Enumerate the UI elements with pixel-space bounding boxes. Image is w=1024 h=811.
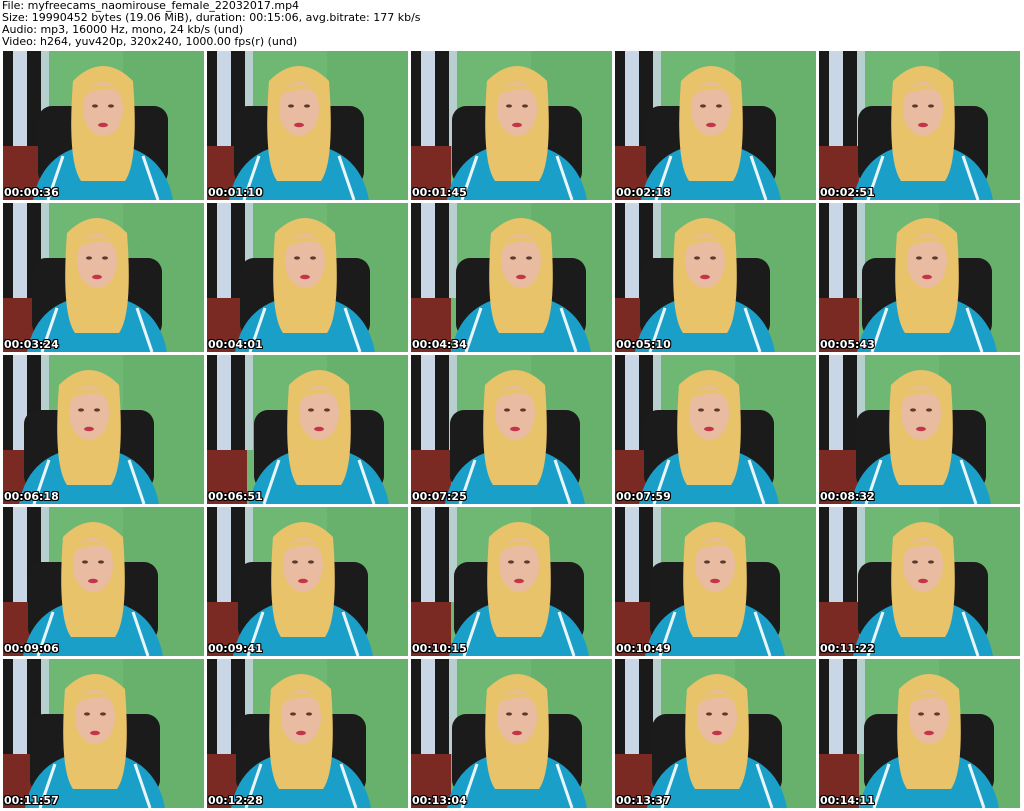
timestamp-label: 00:03:24 xyxy=(4,338,59,351)
video-frame-image xyxy=(3,355,204,504)
timestamp-label: 00:08:32 xyxy=(820,490,875,503)
video-frame-image xyxy=(207,51,408,200)
timestamp-label: 00:04:34 xyxy=(412,338,467,351)
thumbnail-frame-00-04-01: 00:04:01 xyxy=(207,203,408,352)
video-frame-image xyxy=(3,659,204,808)
timestamp-label: 00:13:04 xyxy=(412,794,467,807)
video-frame-image xyxy=(819,355,1020,504)
video-frame-image xyxy=(207,203,408,352)
thumbnail-frame-00-14-11: 00:14:11 xyxy=(819,659,1020,808)
thumbnail-frame-00-13-04: 00:13:04 xyxy=(411,659,612,808)
thumbnail-frame-00-11-57: 00:11:57 xyxy=(3,659,204,808)
thumbnail-frame-00-07-59: 00:07:59 xyxy=(615,355,816,504)
video-frame-image xyxy=(411,203,612,352)
timestamp-label: 00:02:18 xyxy=(616,186,671,199)
thumbnail-frame-00-05-43: 00:05:43 xyxy=(819,203,1020,352)
thumbnail-frame-00-09-41: 00:09:41 xyxy=(207,507,408,656)
timestamp-label: 00:01:10 xyxy=(208,186,263,199)
timestamp-label: 00:10:49 xyxy=(616,642,671,655)
timestamp-label: 00:05:10 xyxy=(616,338,671,351)
video-frame-image xyxy=(615,203,816,352)
video-frame-image xyxy=(207,355,408,504)
timestamp-label: 00:09:41 xyxy=(208,642,263,655)
timestamp-label: 00:14:11 xyxy=(820,794,875,807)
video-frame-image xyxy=(819,507,1020,656)
thumbnail-frame-00-12-28: 00:12:28 xyxy=(207,659,408,808)
timestamp-label: 00:11:22 xyxy=(820,642,875,655)
timestamp-label: 00:02:51 xyxy=(820,186,875,199)
timestamp-label: 00:06:18 xyxy=(4,490,59,503)
thumbnail-frame-00-01-10: 00:01:10 xyxy=(207,51,408,200)
thumbnail-frame-00-10-15: 00:10:15 xyxy=(411,507,612,656)
video-frame-image xyxy=(615,355,816,504)
video-frame-image xyxy=(819,659,1020,808)
video-frame-image xyxy=(615,659,816,808)
thumbnail-frame-00-13-37: 00:13:37 xyxy=(615,659,816,808)
file-info-header: File: myfreecams_naomirouse_female_22032… xyxy=(2,0,1022,50)
video-frame-image xyxy=(615,51,816,200)
video-frame-image xyxy=(819,203,1020,352)
thumbnail-frame-00-05-10: 00:05:10 xyxy=(615,203,816,352)
timestamp-label: 00:13:37 xyxy=(616,794,671,807)
timestamp-label: 00:00:36 xyxy=(4,186,59,199)
timestamp-label: 00:06:51 xyxy=(208,490,263,503)
video-frame-image xyxy=(411,355,612,504)
video-info-line: Video: h264, yuv420p, 320x240, 1000.00 f… xyxy=(2,35,298,48)
timestamp-label: 00:05:43 xyxy=(820,338,875,351)
thumbnail-frame-00-01-45: 00:01:45 xyxy=(411,51,612,200)
video-frame-image xyxy=(3,203,204,352)
thumbnail-frame-00-06-51: 00:06:51 xyxy=(207,355,408,504)
video-frame-image xyxy=(207,659,408,808)
video-frame-image xyxy=(819,51,1020,200)
thumbnail-frame-00-07-25: 00:07:25 xyxy=(411,355,612,504)
video-frame-image xyxy=(411,51,612,200)
thumbnail-frame-00-02-18: 00:02:18 xyxy=(615,51,816,200)
thumbnail-frame-00-11-22: 00:11:22 xyxy=(819,507,1020,656)
thumbnail-frame-00-00-36: 00:00:36 xyxy=(3,51,204,200)
thumbnail-grid: 00:00:36 00:01:10 00:01:45 00:02:18 00:02:51… xyxy=(3,51,1023,811)
video-frame-image xyxy=(207,507,408,656)
video-frame-image xyxy=(411,507,612,656)
timestamp-label: 00:09:06 xyxy=(4,642,59,655)
thumbnail-frame-00-09-06: 00:09:06 xyxy=(3,507,204,656)
timestamp-label: 00:04:01 xyxy=(208,338,263,351)
video-frame-image xyxy=(3,507,204,656)
thumbnail-frame-00-10-49: 00:10:49 xyxy=(615,507,816,656)
thumbnail-frame-00-08-32: 00:08:32 xyxy=(819,355,1020,504)
video-frame-image xyxy=(3,51,204,200)
timestamp-label: 00:12:28 xyxy=(208,794,263,807)
thumbnail-frame-00-03-24: 00:03:24 xyxy=(3,203,204,352)
video-frame-image xyxy=(411,659,612,808)
video-frame-image xyxy=(615,507,816,656)
timestamp-label: 00:01:45 xyxy=(412,186,467,199)
timestamp-label: 00:11:57 xyxy=(4,794,59,807)
thumbnail-frame-00-04-34: 00:04:34 xyxy=(411,203,612,352)
thumbnail-frame-00-06-18: 00:06:18 xyxy=(3,355,204,504)
timestamp-label: 00:10:15 xyxy=(412,642,467,655)
timestamp-label: 00:07:59 xyxy=(616,490,671,503)
timestamp-label: 00:07:25 xyxy=(412,490,467,503)
thumbnail-frame-00-02-51: 00:02:51 xyxy=(819,51,1020,200)
